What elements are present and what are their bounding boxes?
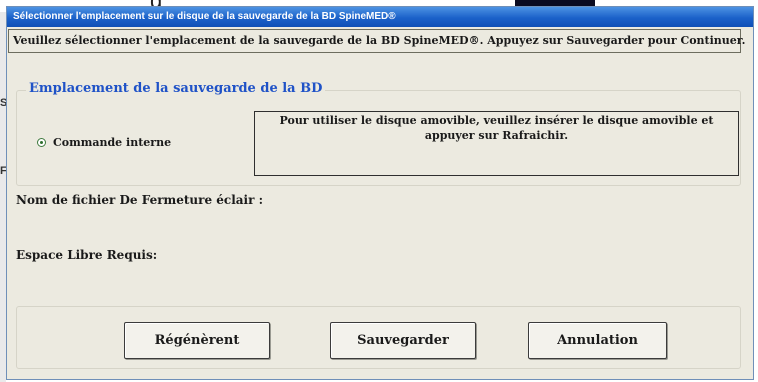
internal-drive-label[interactable]: Commande interne: [53, 136, 171, 149]
internal-drive-option[interactable]: Commande interne: [37, 136, 171, 149]
instruction-text: Veuillez sélectionner l'emplacement de l…: [8, 29, 745, 53]
removable-drive-note: Pour utiliser le disque amovible, veuill…: [254, 111, 739, 176]
refresh-button[interactable]: Régénèrent: [124, 322, 270, 359]
save-button[interactable]: Sauvegarder: [330, 322, 476, 359]
radio-selected-icon[interactable]: [37, 138, 46, 147]
backup-location-group-title: Emplacement de la sauvegarde de la BD: [26, 81, 326, 96]
zip-filename-label: Nom de fichier De Fermeture éclair :: [16, 193, 264, 207]
cancel-button[interactable]: Annulation: [528, 322, 667, 359]
free-space-label: Espace Libre Requis:: [16, 248, 158, 262]
dialog-title-bar[interactable]: Sélectionner l'emplacement sur le disque…: [7, 7, 753, 27]
